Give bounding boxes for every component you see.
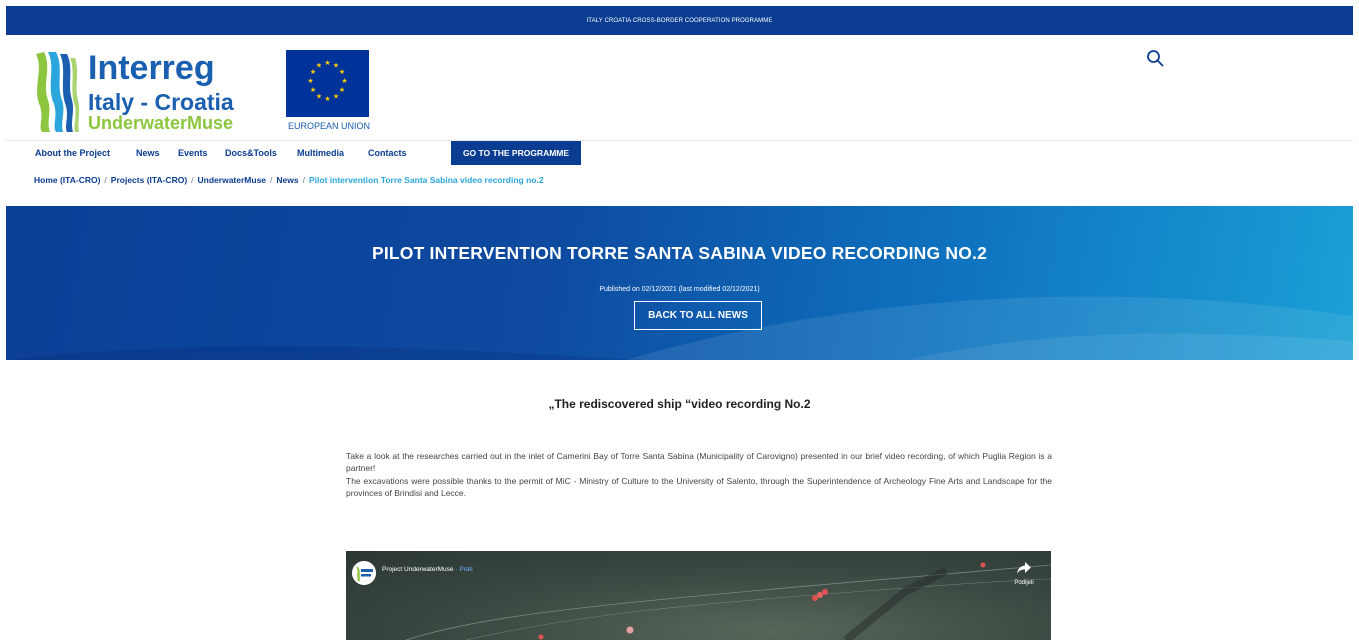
logo-line2: Italy - Croatia xyxy=(88,89,234,115)
article-paragraph: Take a look at the researches carried ou… xyxy=(346,451,1052,474)
nav-item-news[interactable]: News xyxy=(136,148,160,158)
breadcrumb-news[interactable]: News xyxy=(276,175,298,185)
hero-wave-decoration xyxy=(6,296,1353,360)
breadcrumb-current: Pilot intervention Torre Santa Sabina vi… xyxy=(309,175,544,185)
back-to-all-news-button[interactable]: BACK TO ALL NEWS xyxy=(634,301,762,330)
article-body: Take a look at the researches carried ou… xyxy=(346,450,1052,499)
svg-text:★: ★ xyxy=(316,62,322,70)
video-channel-title[interactable]: Project UnderwaterMuse · Prati xyxy=(382,566,473,573)
svg-text:★: ★ xyxy=(316,93,322,101)
search-icon[interactable] xyxy=(1146,49,1164,67)
go-to-programme-button[interactable]: GO TO THE PROGRAMME xyxy=(451,141,581,165)
svg-text:★: ★ xyxy=(307,77,313,85)
breadcrumb-separator: / xyxy=(104,175,107,185)
page-title: PILOT INTERVENTION TORRE SANTA SABINA VI… xyxy=(371,243,988,263)
svg-text:★: ★ xyxy=(339,68,345,76)
page-hero: PILOT INTERVENTION TORRE SANTA SABINA VI… xyxy=(6,206,1353,360)
breadcrumb-separator: / xyxy=(191,175,194,185)
breadcrumb-separator: / xyxy=(270,175,273,185)
svg-text:★: ★ xyxy=(324,95,330,103)
breadcrumb: Home (ITA-CRO) / Projects (ITA-CRO) / Underw… xyxy=(34,175,544,185)
video-thumbnail xyxy=(405,562,1051,640)
share-arrow-icon xyxy=(1017,562,1031,574)
logo-line3: UnderwaterMuse xyxy=(88,113,233,132)
channel-name[interactable]: Project UnderwaterMuse xyxy=(382,566,454,573)
logo-line1: Interreg xyxy=(88,49,215,87)
svg-text:★: ★ xyxy=(333,93,339,101)
share-label: Podijeli xyxy=(1014,580,1034,586)
nav-item-events[interactable]: Events xyxy=(178,148,208,158)
svg-text:★: ★ xyxy=(341,77,347,85)
article-paragraph: The excavations were possible thanks to … xyxy=(346,475,1052,498)
top-banner-text: ITALY CROATIA CROSS-BORDER COOPERATION P… xyxy=(586,17,773,24)
top-banner: ITALY CROATIA CROSS-BORDER COOPERATION P… xyxy=(6,6,1353,35)
breadcrumb-home[interactable]: Home (ITA-CRO) xyxy=(34,175,100,185)
follow-link[interactable]: · Prati xyxy=(455,566,472,573)
eu-label: EUROPEAN UNION xyxy=(288,121,370,131)
nav-item-multimedia[interactable]: Multimedia xyxy=(297,148,344,158)
nav-item-docs-tools[interactable]: Docs&Tools xyxy=(225,148,277,158)
svg-text:★: ★ xyxy=(339,86,345,94)
logo-waves-icon xyxy=(36,52,80,132)
nav-item-about-the-project[interactable]: About the Project xyxy=(35,148,110,158)
breadcrumb-separator: / xyxy=(302,175,305,185)
article-title: „The rediscovered ship “video recording … xyxy=(548,397,811,411)
interreg-underwatermuse-logo[interactable]: Interreg Italy - Croatia UnderwaterMuse … xyxy=(32,48,377,132)
channel-avatar[interactable] xyxy=(352,561,376,585)
breadcrumb-underwatermuse[interactable]: UnderwaterMuse xyxy=(198,175,267,185)
svg-text:★: ★ xyxy=(324,59,330,67)
nav-item-contacts[interactable]: Contacts xyxy=(368,148,407,158)
main-nav: About the Project News Events Docs&Tools… xyxy=(6,141,1353,167)
svg-text:★: ★ xyxy=(310,86,316,94)
published-date: Published on 02/12/2021 (last modified 0… xyxy=(599,286,760,293)
share-button[interactable]: Podijeli xyxy=(1009,561,1039,586)
site-header: Interreg Italy - Croatia UnderwaterMuse … xyxy=(6,35,1353,141)
breadcrumb-projects[interactable]: Projects (ITA-CRO) xyxy=(111,175,187,185)
embedded-video[interactable]: Project UnderwaterMuse · Prati Podijeli xyxy=(346,551,1051,640)
